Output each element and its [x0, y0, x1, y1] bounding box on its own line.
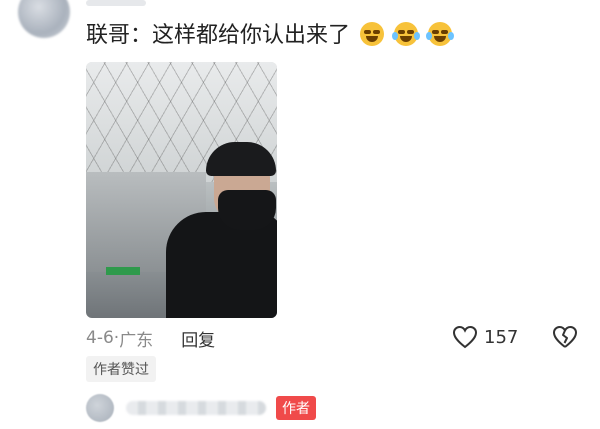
- heart-icon: [452, 325, 478, 349]
- comment-date: 4-6: [86, 328, 114, 348]
- comment-body: 这样都给你认出来了: [152, 23, 351, 48]
- reply-preview[interactable]: 作者: [86, 393, 316, 423]
- comment-photo[interactable]: [86, 62, 277, 318]
- reply-avatar-blurred[interactable]: [86, 394, 114, 422]
- comment-line: 联哥：这样都给你认出来了: [86, 20, 455, 52]
- photo-person-mask: [218, 190, 276, 230]
- comment-author[interactable]: 联哥: [86, 23, 130, 48]
- comment-separator: ：: [130, 23, 153, 48]
- comment-meta: 4-6 · 广东 回复: [86, 325, 215, 351]
- author-badge: 作者: [276, 396, 316, 420]
- photo-exit-sign: [106, 267, 140, 275]
- reply-username-blurred: [126, 401, 266, 415]
- comment-location: 广东: [119, 330, 154, 351]
- top-username-blurred: [86, 0, 146, 6]
- liked-by-author-badge: 作者赞过: [86, 356, 156, 382]
- like-button[interactable]: 157: [452, 323, 518, 351]
- reply-button[interactable]: 回复: [181, 326, 215, 351]
- laugh-cry-emoji-icon: [426, 22, 455, 46]
- like-count: 157: [484, 326, 519, 348]
- top-avatar-blurred[interactable]: [18, 0, 70, 38]
- broken-heart-icon[interactable]: [552, 324, 578, 350]
- grin-sweat-emoji-icon: [360, 22, 385, 46]
- laugh-cry-emoji-icon: [392, 22, 421, 46]
